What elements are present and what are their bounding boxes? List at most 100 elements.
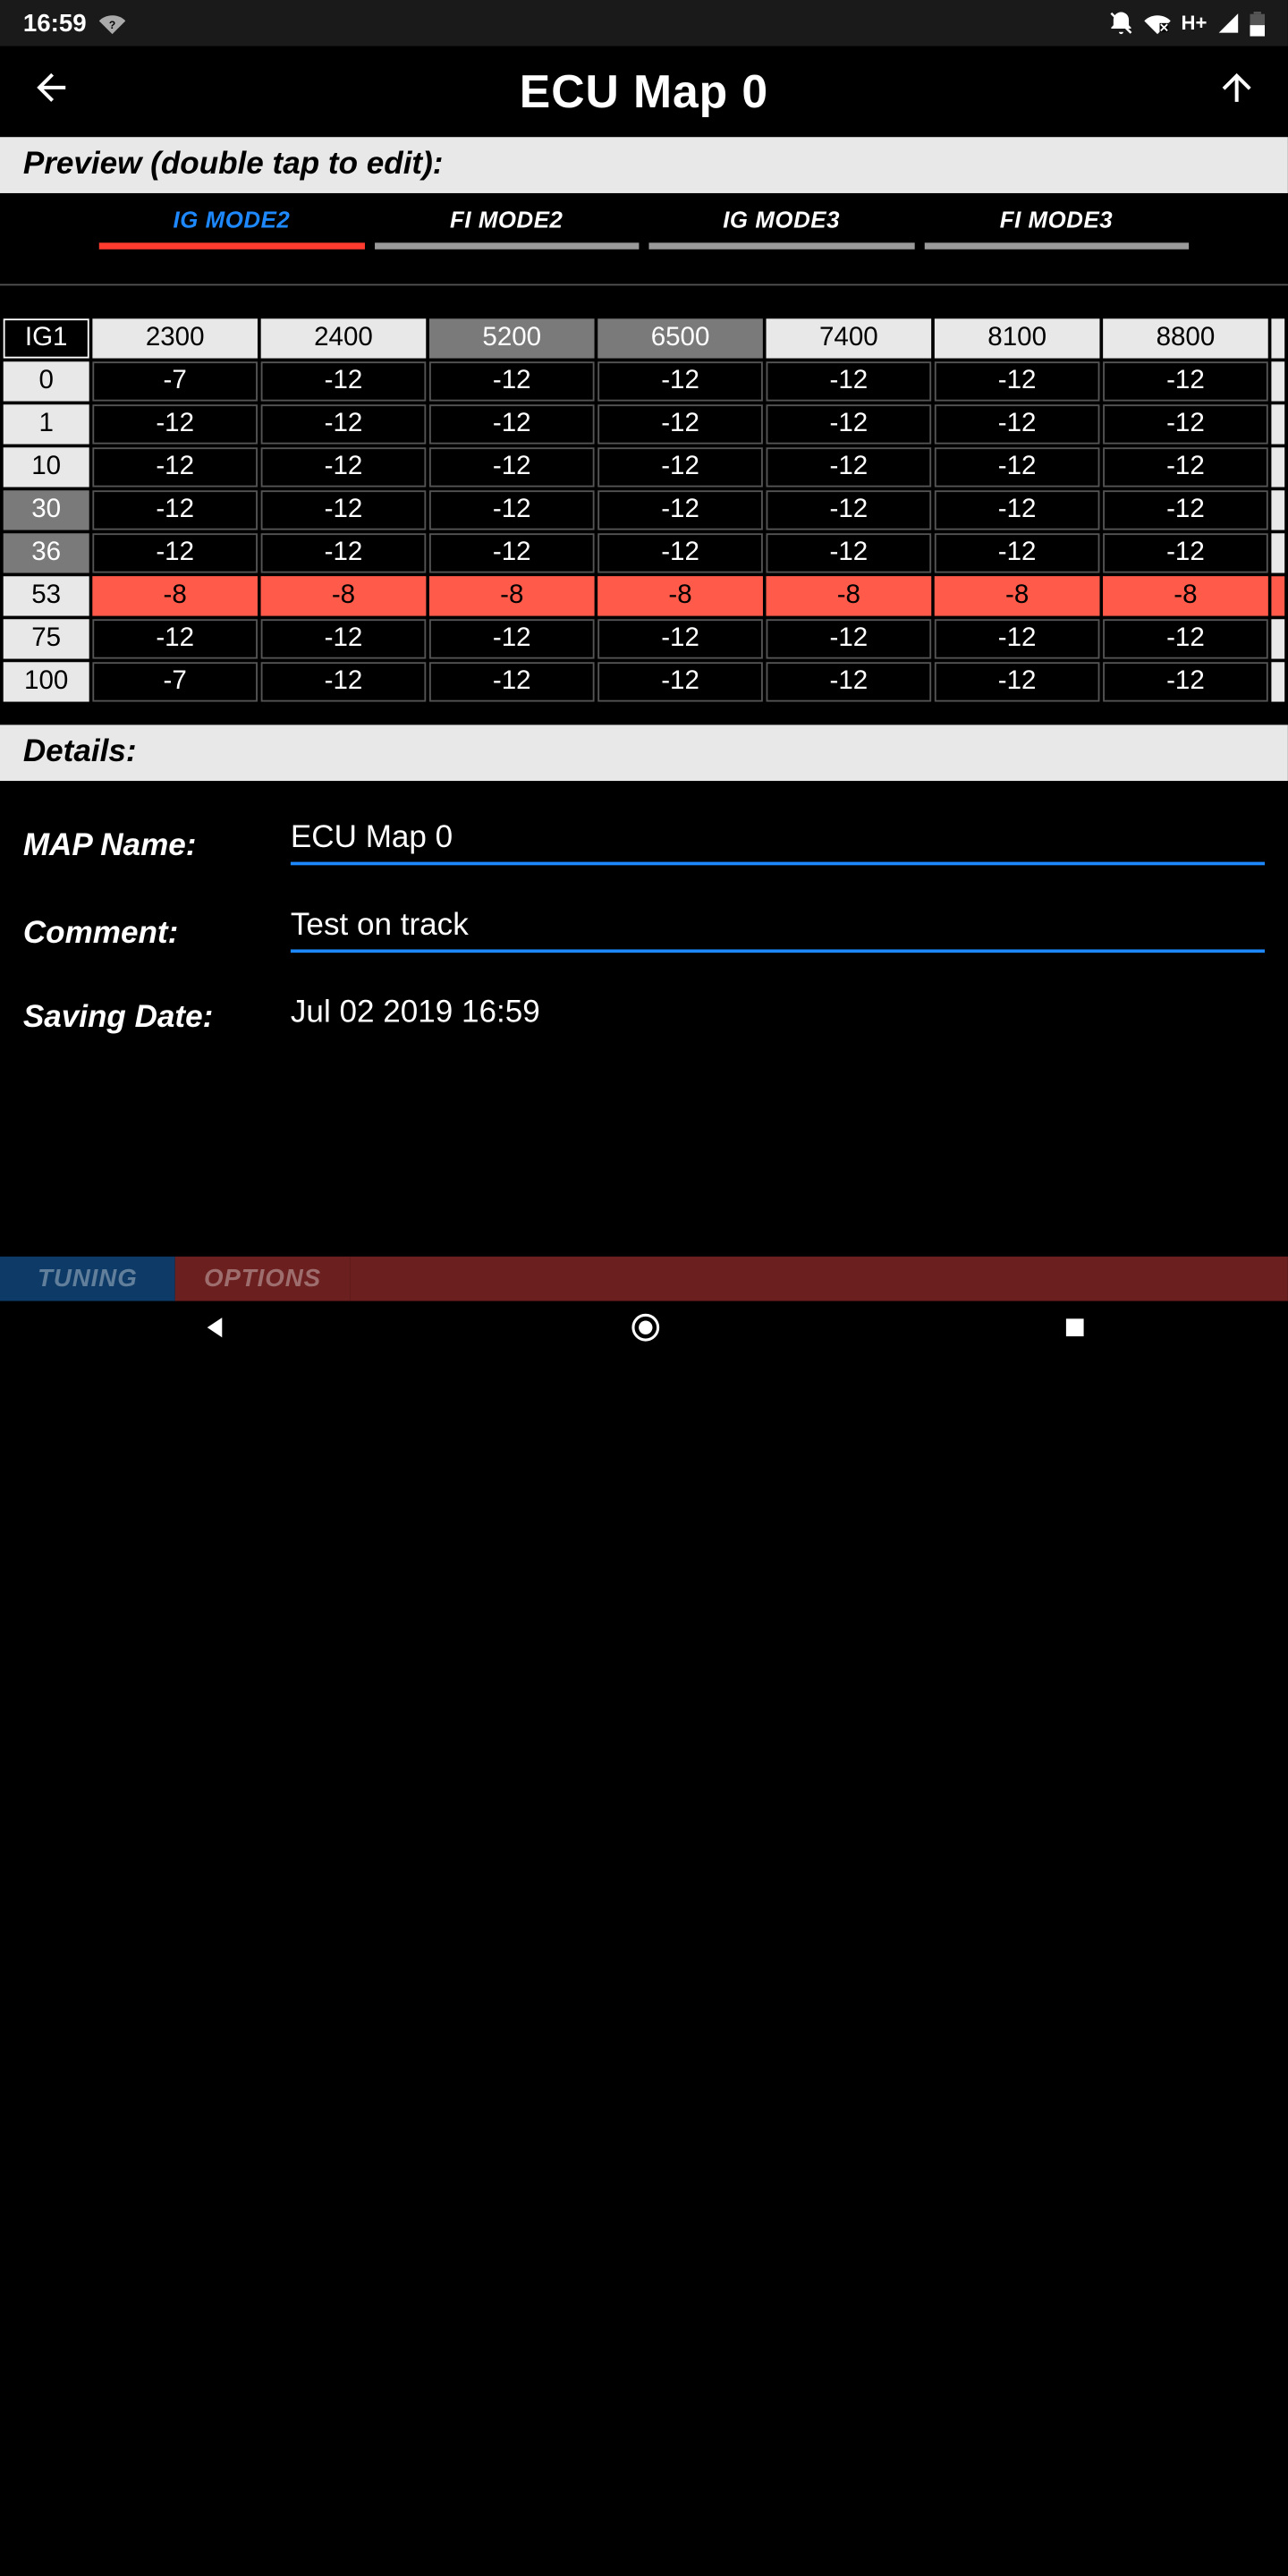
comment-field[interactable]: Test on track — [291, 908, 1265, 953]
col-header[interactable]: 8100 — [935, 318, 1100, 358]
map-cell[interactable]: -8 — [1103, 576, 1268, 615]
map-cell[interactable]: -8 — [261, 576, 427, 615]
preview-section-header: Preview (double tap to edit): — [0, 137, 1288, 193]
map-cell[interactable]: -12 — [767, 447, 932, 487]
col-header[interactable]: 2300 — [92, 318, 258, 358]
map-name-label: MAP Name: — [23, 829, 291, 866]
map-cell[interactable]: -12 — [935, 490, 1100, 530]
map-cell[interactable]: -12 — [261, 662, 427, 701]
map-cell[interactable]: -8 — [92, 576, 258, 615]
map-cell[interactable]: -12 — [767, 404, 932, 444]
map-cell[interactable]: -12 — [261, 490, 427, 530]
col-header[interactable]: 8800 — [1103, 318, 1268, 358]
map-cell[interactable]: -12 — [429, 361, 595, 401]
map-cell[interactable]: -12 — [935, 404, 1100, 444]
map-cell[interactable]: -7 — [92, 361, 258, 401]
row-header[interactable]: 0 — [4, 361, 89, 401]
map-cell[interactable]: -12 — [92, 447, 258, 487]
map-cell[interactable]: -12 — [597, 662, 763, 701]
bottom-tabs: TUNING OPTIONS — [0, 1257, 1288, 1301]
map-cell[interactable]: -12 — [92, 619, 258, 658]
signal-icon — [1217, 12, 1241, 35]
map-cell[interactable]: -12 — [767, 662, 932, 701]
map-cell[interactable]: -12 — [935, 662, 1100, 701]
map-cell[interactable]: -12 — [597, 490, 763, 530]
map-cell[interactable]: -12 — [261, 447, 427, 487]
map-cell[interactable]: -12 — [1103, 361, 1268, 401]
map-cell[interactable]: -12 — [261, 619, 427, 658]
map-cell[interactable]: -12 — [1103, 447, 1268, 487]
tab-fi-mode2[interactable]: FI MODE2 — [374, 207, 639, 250]
upload-button[interactable] — [1208, 59, 1265, 123]
map-cell[interactable]: -8 — [597, 576, 763, 615]
status-time: 16:59 — [23, 9, 87, 37]
map-cell[interactable]: -12 — [429, 490, 595, 530]
row-header[interactable]: 10 — [4, 447, 89, 487]
status-bar: 16:59 ? H+ — [0, 0, 1288, 47]
comment-label: Comment: — [23, 917, 291, 953]
row-header[interactable]: 1 — [4, 404, 89, 444]
map-cell[interactable]: -12 — [92, 490, 258, 530]
map-cell[interactable]: -12 — [597, 447, 763, 487]
map-cell[interactable]: -8 — [429, 576, 595, 615]
mode-tabs: IG MODE2 FI MODE2 IG MODE3 FI MODE3 — [0, 193, 1288, 250]
map-cell[interactable]: -12 — [935, 533, 1100, 572]
options-tab[interactable]: OPTIONS — [175, 1257, 351, 1301]
map-cell[interactable]: -8 — [935, 576, 1100, 615]
row-header[interactable]: 36 — [4, 533, 89, 572]
map-cell[interactable]: -12 — [261, 361, 427, 401]
map-cell[interactable]: -12 — [1103, 404, 1268, 444]
map-cell[interactable]: -12 — [1103, 533, 1268, 572]
map-cell[interactable]: -12 — [92, 404, 258, 444]
map-cell[interactable]: -12 — [1103, 619, 1268, 658]
wifi-question-icon: ? — [99, 12, 126, 35]
map-cell[interactable]: -12 — [935, 447, 1100, 487]
tab-ig-mode3[interactable]: IG MODE3 — [648, 207, 913, 250]
map-cell[interactable]: -12 — [597, 361, 763, 401]
map-cell[interactable]: -12 — [429, 404, 595, 444]
map-name-field[interactable]: ECU Map 0 — [291, 820, 1265, 865]
map-cell[interactable]: -12 — [767, 533, 932, 572]
map-cell[interactable]: -12 — [767, 361, 932, 401]
col-header[interactable]: 2400 — [261, 318, 427, 358]
map-cell[interactable]: -12 — [261, 404, 427, 444]
col-header[interactable]: 6500 — [597, 318, 763, 358]
nav-home-icon[interactable] — [629, 1311, 662, 1344]
saving-date-value: Jul 02 2019 16:59 — [291, 996, 1265, 1037]
map-cell[interactable]: -12 — [429, 447, 595, 487]
row-header[interactable]: 53 — [4, 576, 89, 615]
map-cell[interactable]: -7 — [92, 662, 258, 701]
map-cell[interactable]: -12 — [597, 533, 763, 572]
row-header[interactable]: 30 — [4, 490, 89, 530]
map-cell[interactable]: -12 — [935, 361, 1100, 401]
map-table[interactable]: IG123002400520065007400810088000-7-12-12… — [0, 285, 1288, 705]
col-header[interactable]: 5200 — [429, 318, 595, 358]
map-cell[interactable]: -12 — [767, 619, 932, 658]
map-cell[interactable]: -12 — [597, 619, 763, 658]
col-header[interactable]: 7400 — [767, 318, 932, 358]
page-title: ECU Map 0 — [520, 65, 768, 118]
map-cell[interactable]: -12 — [261, 533, 427, 572]
nav-back-icon[interactable] — [199, 1313, 229, 1343]
map-cell[interactable]: -12 — [767, 490, 932, 530]
nav-recent-icon[interactable] — [1062, 1314, 1089, 1341]
row-header[interactable]: 75 — [4, 619, 89, 658]
map-cell[interactable]: -12 — [935, 619, 1100, 658]
details-panel: MAP Name: ECU Map 0 Comment: Test on tra… — [0, 781, 1288, 1119]
map-cell[interactable]: -12 — [429, 533, 595, 572]
wifi-x-icon — [1145, 12, 1172, 35]
map-cell[interactable]: -12 — [92, 533, 258, 572]
map-cell[interactable]: -12 — [1103, 662, 1268, 701]
back-button[interactable] — [23, 59, 80, 123]
tab-ig-mode2[interactable]: IG MODE2 — [99, 207, 364, 250]
battery-icon — [1250, 11, 1265, 36]
saving-date-label: Saving Date: — [23, 1001, 291, 1038]
map-cell[interactable]: -12 — [1103, 490, 1268, 530]
map-cell[interactable]: -12 — [429, 619, 595, 658]
map-cell[interactable]: -12 — [429, 662, 595, 701]
row-header[interactable]: 100 — [4, 662, 89, 701]
tuning-tab[interactable]: TUNING — [0, 1257, 175, 1301]
tab-fi-mode3[interactable]: FI MODE3 — [924, 207, 1189, 250]
map-cell[interactable]: -8 — [767, 576, 932, 615]
map-cell[interactable]: -12 — [597, 404, 763, 444]
